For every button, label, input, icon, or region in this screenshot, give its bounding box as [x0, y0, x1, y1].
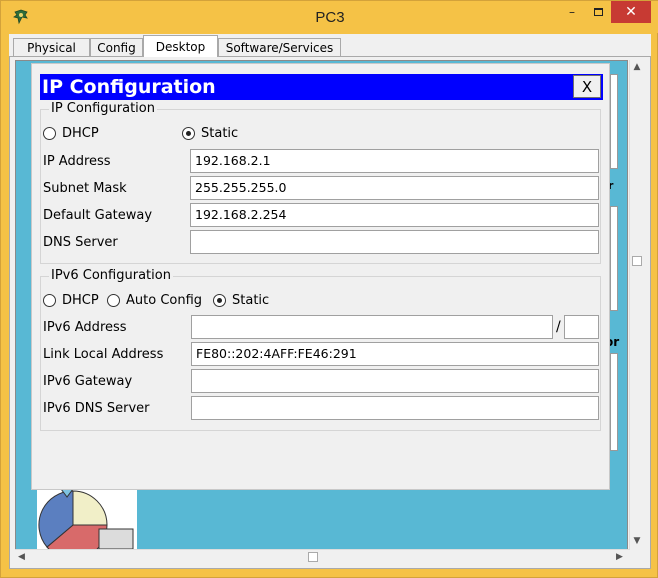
window-close-button[interactable]: ✕ [611, 1, 651, 23]
ipv4-dhcp-radio[interactable]: DHCP [43, 126, 99, 141]
maximize-icon [593, 8, 603, 16]
scroll-down-icon[interactable]: ▼ [630, 536, 644, 546]
dialog-close-button[interactable]: X [573, 75, 601, 98]
title-bar[interactable]: PC3 – ✕ [1, 1, 658, 33]
ipv6-static-label: Static [232, 293, 270, 308]
tab-config[interactable]: Config [90, 38, 143, 56]
tab-software-services[interactable]: Software/Services [218, 38, 341, 56]
ipv6-dhcp-radio[interactable]: DHCP [43, 293, 99, 308]
ip-address-input[interactable]: 192.168.2.1 [190, 149, 599, 173]
ipv6-config-group: IPv6 Configuration DHCP Auto Config Stat… [40, 268, 601, 431]
ipv6-gateway-label: IPv6 Gateway [43, 374, 133, 389]
ipv6-dns-server-label: IPv6 DNS Server [43, 401, 150, 416]
dialog-header: IP Configuration X [40, 74, 603, 100]
tab-desktop[interactable]: Desktop [143, 35, 218, 57]
tab-physical[interactable]: Physical [13, 38, 90, 56]
scroll-right-icon[interactable]: ▶ [616, 550, 623, 564]
ipv4-static-label: Static [201, 126, 239, 141]
radio-on-icon [182, 127, 195, 140]
ipv6-static-radio[interactable]: Static [213, 293, 269, 308]
ipv6-address-input[interactable] [191, 315, 553, 339]
horizontal-scroll-thumb[interactable] [308, 552, 318, 562]
ipv4-group-title: IP Configuration [49, 101, 157, 116]
horizontal-scrollbar[interactable]: ◀ ▶ [15, 549, 629, 563]
link-local-address-label: Link Local Address [43, 347, 164, 362]
ipv6-gateway-input[interactable] [191, 369, 599, 393]
ip-address-label: IP Address [43, 154, 111, 169]
close-icon: ✕ [625, 4, 637, 20]
prefix-separator: / [556, 319, 561, 335]
radio-off-icon [43, 294, 56, 307]
subnet-mask-input[interactable]: 255.255.255.0 [190, 176, 599, 200]
ipv6-dns-server-input[interactable] [191, 396, 599, 420]
default-gateway-label: Default Gateway [43, 208, 153, 223]
desktop-app-tile[interactable] [610, 206, 618, 311]
ipv4-static-radio[interactable]: Static [182, 126, 238, 141]
vertical-scrollbar[interactable]: ▲ ▼ [629, 60, 643, 550]
ipv4-config-group: IP Configuration DHCP Static IP Address … [40, 101, 601, 264]
minimize-icon: – [569, 5, 575, 19]
radio-off-icon [107, 294, 120, 307]
dns-server-label: DNS Server [43, 235, 118, 250]
ip-configuration-dialog: IP Configuration X IP Configuration DHCP… [31, 63, 610, 490]
scroll-left-icon[interactable]: ◀ [18, 550, 25, 564]
vertical-scroll-thumb[interactable] [632, 256, 642, 266]
scroll-up-icon[interactable]: ▲ [630, 62, 644, 72]
desktop-app-tile[interactable] [610, 74, 618, 169]
ipv6-group-title: IPv6 Configuration [49, 268, 173, 283]
dialog-title: IP Configuration [42, 76, 216, 98]
ipv6-address-label: IPv6 Address [43, 320, 127, 335]
subnet-mask-label: Subnet Mask [43, 181, 127, 196]
link-local-address-input[interactable]: FE80::202:4AFF:FE46:291 [191, 342, 599, 366]
default-gateway-input[interactable]: 192.168.2.254 [190, 203, 599, 227]
ipv4-dhcp-label: DHCP [62, 126, 99, 141]
radio-off-icon [43, 127, 56, 140]
ipv6-auto-config-label: Auto Config [126, 293, 203, 308]
ipv6-dhcp-label: DHCP [62, 293, 99, 308]
ipv6-prefix-length-input[interactable] [564, 315, 599, 339]
pie-chart-icon[interactable] [37, 487, 137, 549]
radio-on-icon [213, 294, 226, 307]
minimize-button[interactable]: – [559, 1, 585, 23]
ipv6-auto-config-radio[interactable]: Auto Config [107, 293, 202, 308]
maximize-button[interactable] [585, 1, 611, 23]
app-window: PC3 – ✕ Physical Config Desktop Software… [0, 0, 658, 578]
desktop-app-tile[interactable] [610, 353, 618, 451]
dns-server-input[interactable] [190, 230, 599, 254]
tab-strip: Physical Config Desktop Software/Service… [9, 34, 651, 57]
